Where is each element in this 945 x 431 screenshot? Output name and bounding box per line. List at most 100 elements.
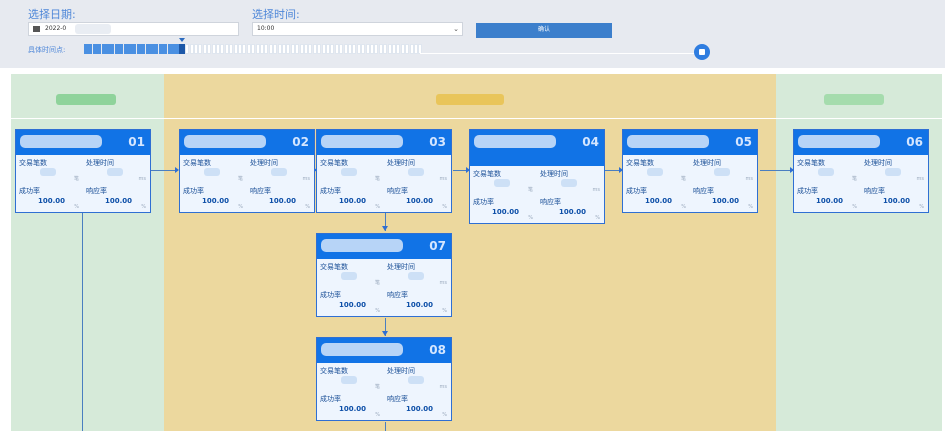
timepoint-tick[interactable] bbox=[286, 44, 291, 54]
timepoint-tick[interactable] bbox=[378, 44, 383, 54]
date-input[interactable]: 2022-0 bbox=[28, 22, 239, 36]
timepoint-tick[interactable] bbox=[374, 44, 379, 54]
timepoint-tick[interactable] bbox=[141, 44, 146, 54]
metric-unit: % bbox=[375, 308, 380, 314]
timepoint-tick[interactable] bbox=[339, 44, 344, 54]
timepoint-tick[interactable] bbox=[158, 44, 163, 54]
timepoint-tick[interactable] bbox=[299, 44, 304, 54]
timepoint-tick[interactable] bbox=[145, 44, 150, 54]
timepoint-tick[interactable] bbox=[101, 44, 106, 54]
timepoint-tick[interactable] bbox=[396, 44, 401, 54]
timepoint-tick[interactable] bbox=[110, 44, 115, 54]
timepoint-tick[interactable] bbox=[246, 44, 251, 54]
metric-value-redacted bbox=[40, 168, 56, 176]
timepoint-tick[interactable] bbox=[194, 44, 198, 54]
timepoint-tick[interactable] bbox=[84, 44, 88, 54]
slider-handle[interactable] bbox=[179, 44, 185, 54]
calendar-icon[interactable] bbox=[33, 26, 40, 32]
timepoint-tick[interactable] bbox=[163, 44, 168, 54]
timepoint-tick[interactable] bbox=[189, 44, 194, 54]
timepoint-tick[interactable] bbox=[383, 44, 388, 54]
metric-label: 成功率 bbox=[626, 187, 647, 195]
flow-card[interactable]: 06 交易笔数笔处理时间 ms 成功率 100.00% 响应率 100.00% bbox=[793, 129, 929, 213]
timepoint-tick[interactable] bbox=[277, 44, 282, 54]
timepoint-tick[interactable] bbox=[365, 44, 370, 54]
timepoint-tick[interactable] bbox=[207, 44, 212, 54]
timepoint-tick[interactable] bbox=[334, 44, 339, 54]
timepoint-tick[interactable] bbox=[273, 44, 278, 54]
timepoint-tick[interactable] bbox=[330, 44, 335, 54]
flow-card[interactable]: 07 交易笔数笔处理时间 ms 成功率 100.00% 响应率 100.00% bbox=[316, 233, 452, 317]
metric-label: 交易笔数 bbox=[473, 170, 501, 178]
timepoint-tick[interactable] bbox=[202, 44, 207, 54]
flow-card[interactable]: 01 交易笔数笔处理时间 ms 成功率 100.00% 响应率 100.00% bbox=[15, 129, 151, 213]
timepoint-tick[interactable] bbox=[150, 44, 154, 54]
lane-middle bbox=[164, 74, 776, 431]
timepoint-tick[interactable] bbox=[405, 44, 410, 54]
timepoint-tick[interactable] bbox=[268, 44, 273, 54]
timepoint-tick[interactable] bbox=[260, 44, 264, 54]
timepoint-tick[interactable] bbox=[185, 44, 190, 54]
time-select[interactable]: 10:00 ⌄ bbox=[252, 22, 463, 36]
timepoint-tick[interactable] bbox=[136, 44, 141, 54]
timepoint-tick[interactable] bbox=[216, 44, 220, 54]
timepoint-tick[interactable] bbox=[264, 44, 269, 54]
timepoint-tick[interactable] bbox=[119, 44, 124, 54]
confirm-button[interactable]: 确认 bbox=[476, 23, 612, 38]
timepoint-tick[interactable] bbox=[229, 44, 234, 54]
timepoint-tick[interactable] bbox=[387, 44, 392, 54]
timepoint-tick[interactable] bbox=[251, 44, 256, 54]
timepoint-tick[interactable] bbox=[370, 44, 374, 54]
timepoint-tick[interactable] bbox=[97, 44, 102, 54]
timepoint-tick[interactable] bbox=[414, 44, 418, 54]
stop-icon[interactable] bbox=[694, 44, 710, 60]
flow-card[interactable]: 08 交易笔数笔处理时间 ms 成功率 100.00% 响应率 100.00% bbox=[316, 337, 452, 421]
timepoint-tick[interactable] bbox=[356, 44, 361, 54]
timepoint-tick[interactable] bbox=[282, 44, 286, 54]
timepoint-tick[interactable] bbox=[233, 44, 238, 54]
timepoint-tick[interactable] bbox=[172, 44, 176, 54]
card-number: 02 bbox=[292, 135, 309, 149]
timepoint-tick[interactable] bbox=[352, 44, 357, 54]
timepoint-tick[interactable] bbox=[290, 44, 295, 54]
timepoint-tick[interactable] bbox=[167, 44, 172, 54]
timepoint-tick[interactable] bbox=[211, 44, 216, 54]
connector bbox=[82, 213, 83, 431]
flow-card[interactable]: 03 交易笔数笔处理时间 ms 成功率 100.00% 响应率 100.00% bbox=[316, 129, 452, 213]
timepoint-tick[interactable] bbox=[106, 44, 110, 54]
timepoint-tick[interactable] bbox=[348, 44, 352, 54]
card-metric: 处理时间 ms bbox=[384, 156, 450, 184]
timepoint-tick[interactable] bbox=[92, 44, 97, 54]
timepoint-tick[interactable] bbox=[220, 44, 225, 54]
timepoint-tick[interactable] bbox=[343, 44, 348, 54]
timepoint-tick[interactable] bbox=[409, 44, 414, 54]
metric-value: 100.00 bbox=[816, 197, 844, 205]
flow-card[interactable]: 02 交易笔数笔处理时间 ms 成功率 100.00% 响应率 100.00% bbox=[179, 129, 315, 213]
timepoint-tick[interactable] bbox=[361, 44, 366, 54]
timepoint-tick[interactable] bbox=[317, 44, 322, 54]
metric-value-redacted bbox=[408, 376, 424, 384]
timepoint-tick[interactable] bbox=[224, 44, 229, 54]
timepoint-tick[interactable] bbox=[238, 44, 242, 54]
timepoint-tick[interactable] bbox=[295, 44, 300, 54]
timepoint-tick[interactable] bbox=[255, 44, 260, 54]
timepoint-tick[interactable] bbox=[312, 44, 317, 54]
timepoint-tick[interactable] bbox=[308, 44, 313, 54]
timepoint-tick[interactable] bbox=[132, 44, 137, 54]
flow-card[interactable]: 05 交易笔数笔处理时间 ms 成功率 100.00% 响应率 100.00% bbox=[622, 129, 758, 213]
metric-label: 响应率 bbox=[387, 187, 408, 195]
timepoint-tick[interactable] bbox=[392, 44, 396, 54]
timepoint-tick[interactable] bbox=[304, 44, 308, 54]
timepoint-tick[interactable] bbox=[128, 44, 132, 54]
flow-card[interactable]: 04 交易笔数笔处理时间 ms 成功率 100.00% 响应率 100.00% bbox=[469, 129, 605, 224]
metric-value-redacted bbox=[271, 168, 287, 176]
timepoint-tick[interactable] bbox=[242, 44, 247, 54]
timepoint-tick[interactable] bbox=[154, 44, 159, 54]
timepoint-tick[interactable] bbox=[114, 44, 119, 54]
timepoint-tick[interactable] bbox=[326, 44, 330, 54]
timepoint-tick[interactable] bbox=[88, 44, 93, 54]
timepoint-tick[interactable] bbox=[400, 44, 405, 54]
timepoint-tick[interactable] bbox=[321, 44, 326, 54]
timepoint-tick[interactable] bbox=[123, 44, 128, 54]
timepoint-tick[interactable] bbox=[198, 44, 203, 54]
